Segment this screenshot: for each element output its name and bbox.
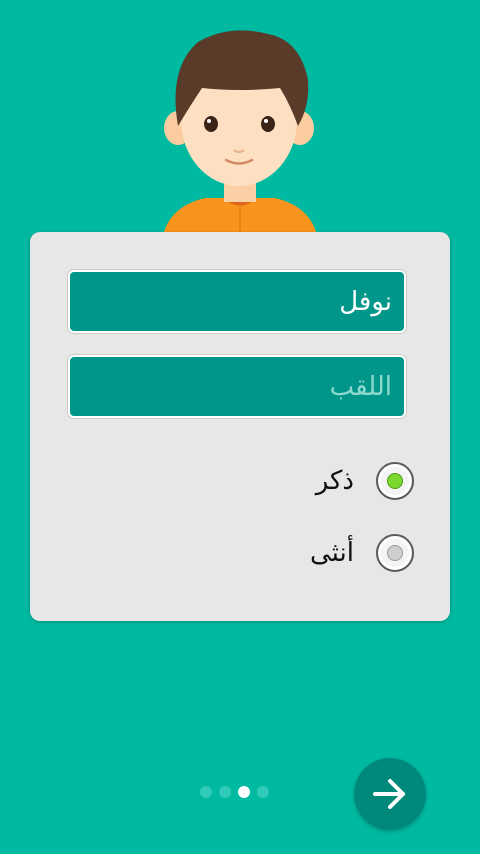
female-radio[interactable] (376, 534, 414, 572)
page-dot-active (238, 786, 250, 798)
page-dot (219, 786, 231, 798)
male-label: ذكر (315, 466, 354, 496)
radio-unselected-dot (387, 545, 403, 561)
boy-avatar-icon (150, 10, 330, 240)
next-button[interactable] (354, 758, 426, 830)
gender-option-female[interactable]: أنثى (310, 531, 414, 575)
last-name-placeholder: اللقب (329, 371, 392, 402)
gender-option-male[interactable]: ذكر (316, 459, 414, 503)
radio-selected-dot (387, 473, 403, 489)
profile-form-card: نوفل اللقب ذكر أنثى (30, 232, 450, 621)
arrow-right-icon (373, 779, 405, 809)
page-indicator (200, 786, 269, 798)
female-label: أنثى (310, 538, 354, 568)
page-dot (257, 786, 269, 798)
last-name-input[interactable]: اللقب (68, 355, 406, 418)
page-dot (200, 786, 212, 798)
first-name-value: نوفل (339, 286, 392, 317)
male-radio[interactable] (376, 462, 414, 500)
first-name-input[interactable]: نوفل (68, 270, 406, 333)
